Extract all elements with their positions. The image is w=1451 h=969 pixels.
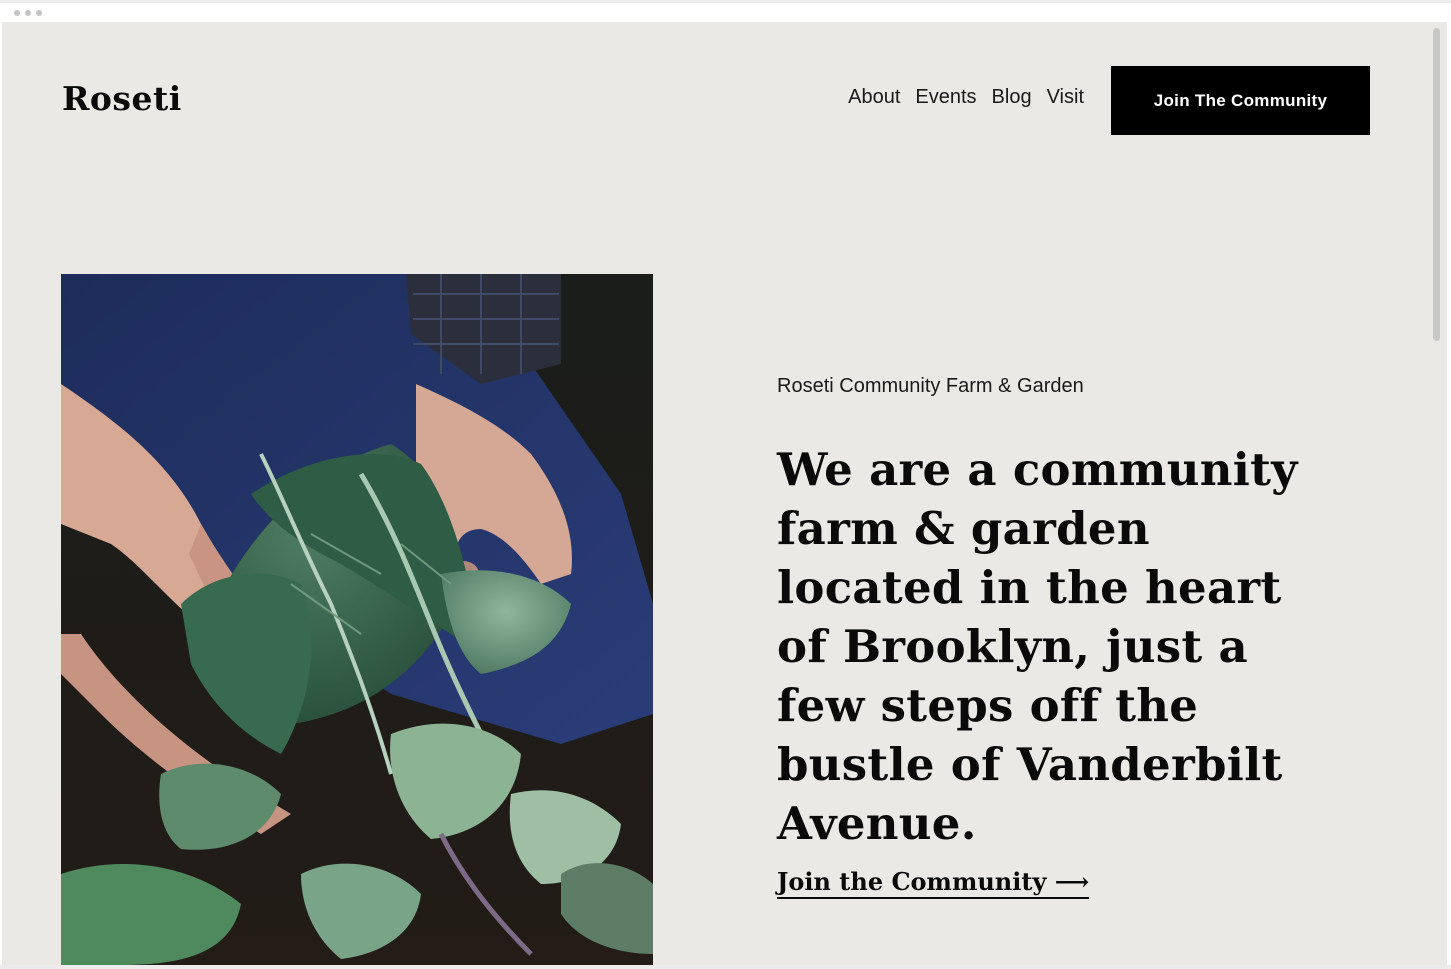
main-nav: About Events Blog Visit [848, 86, 1084, 109]
nav-link-blog[interactable]: Blog [992, 86, 1032, 109]
hero-headline: We are a community farm & garden located… [777, 443, 1298, 850]
browser-window: Roseti About Events Blog Visit Join The … [0, 0, 1451, 969]
site-logo[interactable]: Roseti [62, 79, 182, 118]
join-community-link[interactable]: Join the Community ⟶ [777, 867, 1090, 899]
page-viewport: Roseti About Events Blog Visit Join The … [2, 22, 1428, 965]
nav-link-about[interactable]: About [848, 86, 900, 109]
window-dot-icon[interactable] [14, 10, 20, 16]
window-titlebar [0, 0, 1451, 22]
window-controls [14, 10, 42, 16]
nav-link-visit[interactable]: Visit [1047, 86, 1084, 109]
hero-eyebrow: Roseti Community Farm & Garden [777, 375, 1084, 397]
scrollbar-thumb[interactable] [1433, 28, 1440, 341]
seedling-hands-image [61, 274, 653, 965]
nav-link-events[interactable]: Events [915, 86, 976, 109]
window-bottom-edge [0, 965, 1451, 969]
join-community-button[interactable]: Join The Community [1111, 66, 1370, 135]
scrollbar[interactable] [1428, 22, 1447, 965]
hero-image [61, 274, 653, 965]
window-dot-icon[interactable] [25, 10, 31, 16]
window-dot-icon[interactable] [36, 10, 42, 16]
